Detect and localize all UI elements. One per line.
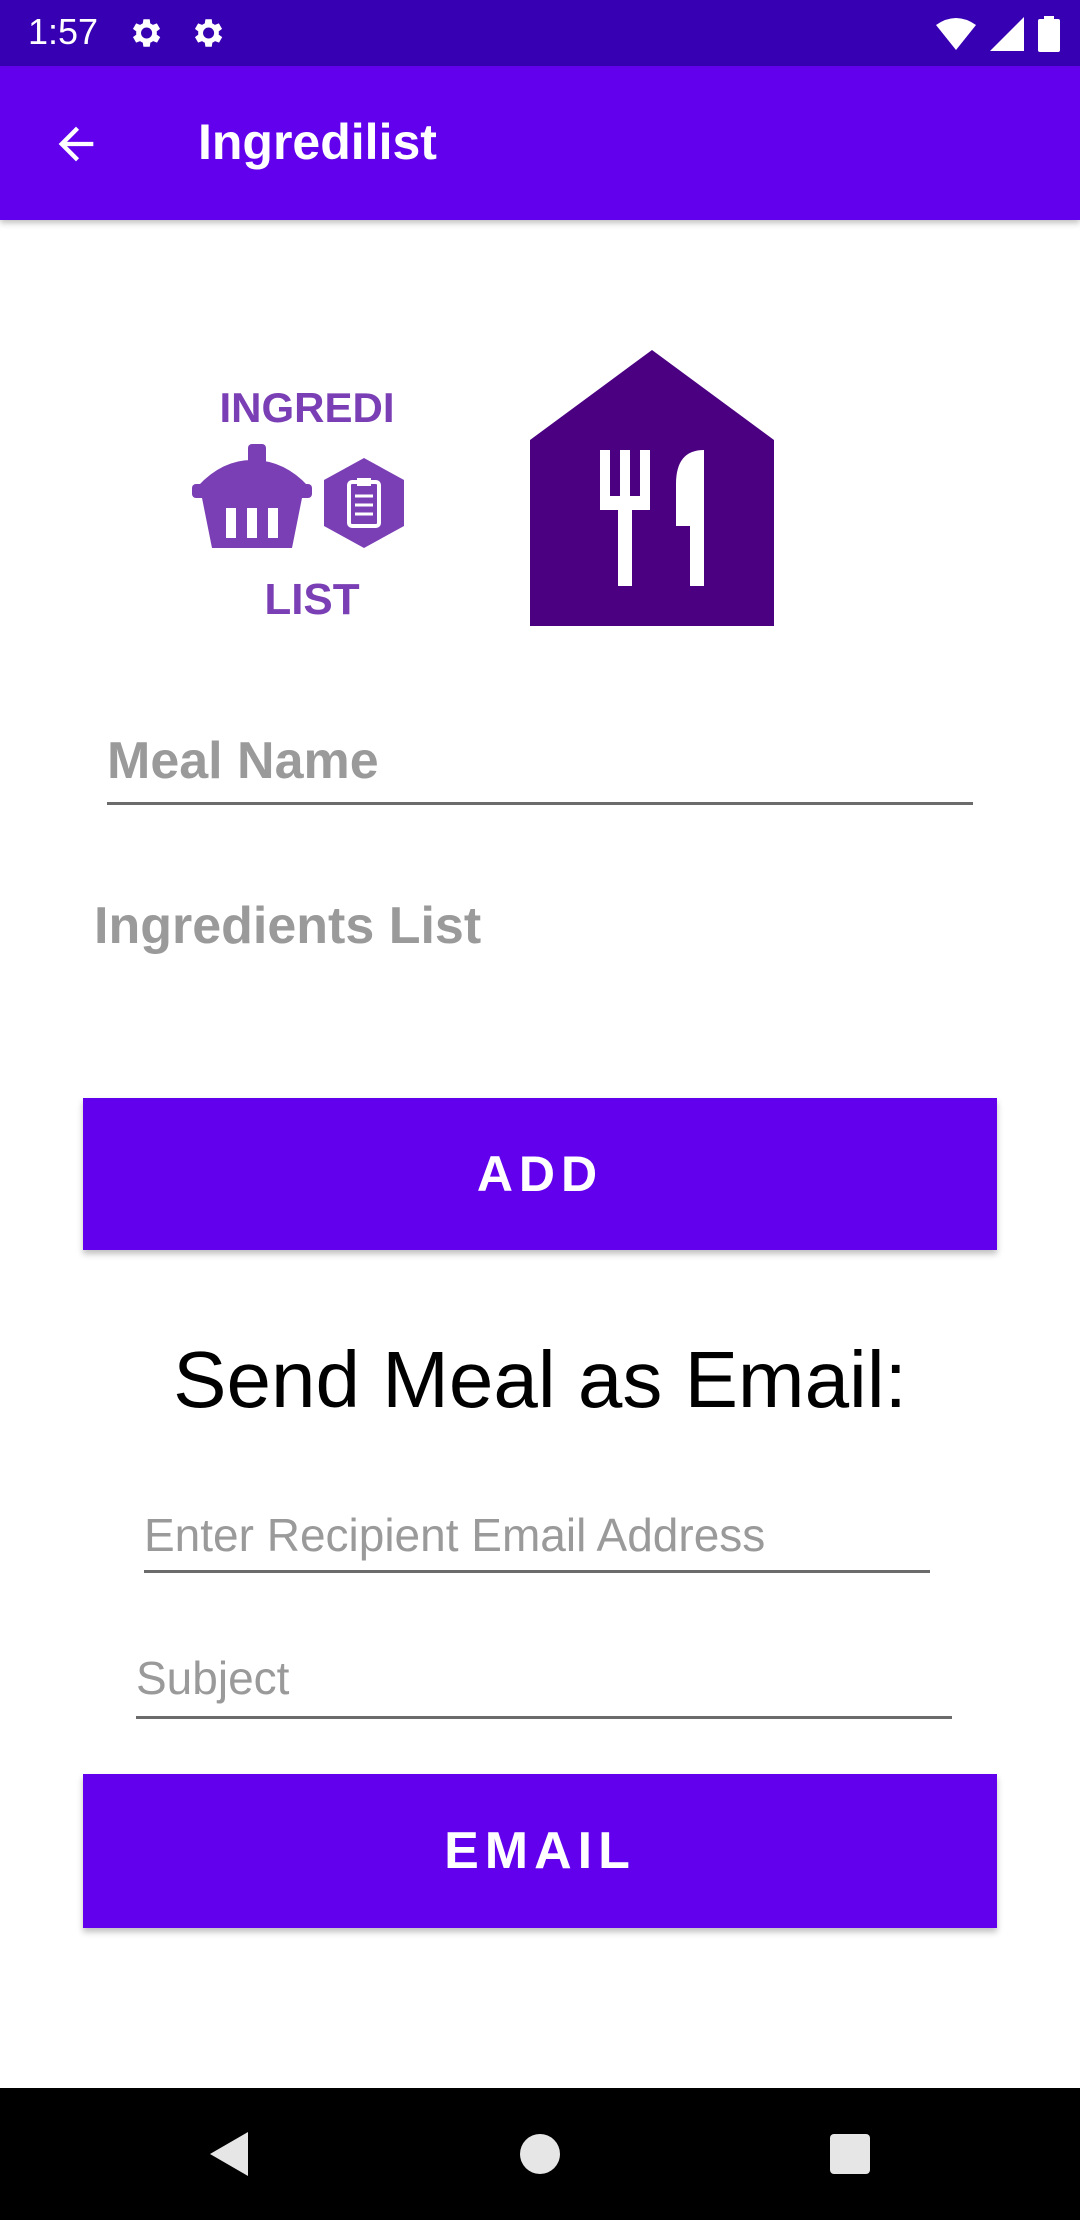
meal-name-input[interactable] xyxy=(107,720,973,805)
navigation-bar xyxy=(0,2088,1080,2220)
ingredients-list-label: Ingredients List xyxy=(94,897,482,955)
send-email-heading: Send Meal as Email: xyxy=(173,1335,907,1424)
home-circle-icon[interactable] xyxy=(510,2124,570,2184)
status-indicators xyxy=(936,14,1060,54)
status-time: 1:57 xyxy=(28,11,99,52)
gear-icon xyxy=(194,19,223,47)
add-button[interactable]: ADD xyxy=(83,1098,997,1250)
recents-square-icon[interactable] xyxy=(820,2124,880,2184)
logo-text-bottom: LIST xyxy=(264,575,359,622)
status-bar: 1:57 xyxy=(0,0,1080,66)
signal-icon xyxy=(990,17,1024,51)
recipient-email-input[interactable] xyxy=(144,1500,930,1573)
back-triangle-icon[interactable] xyxy=(200,2124,260,2184)
wifi-icon xyxy=(936,18,976,50)
basket-icon xyxy=(192,444,312,548)
arrow-back-icon[interactable] xyxy=(50,118,102,170)
battery-icon xyxy=(1038,16,1060,52)
clipboard-hexagon-icon xyxy=(324,458,404,548)
email-button[interactable]: EMAIL xyxy=(83,1774,997,1928)
app-bar: Ingredilist xyxy=(0,66,1080,220)
fork-knife-house-icon xyxy=(530,350,774,626)
ingredilist-logo: INGREDI LIST xyxy=(192,384,404,622)
logo-text-top: INGREDI xyxy=(219,384,394,431)
gear-icon xyxy=(132,19,161,47)
subject-input[interactable] xyxy=(136,1640,952,1719)
app-title: Ingredilist xyxy=(198,114,437,170)
